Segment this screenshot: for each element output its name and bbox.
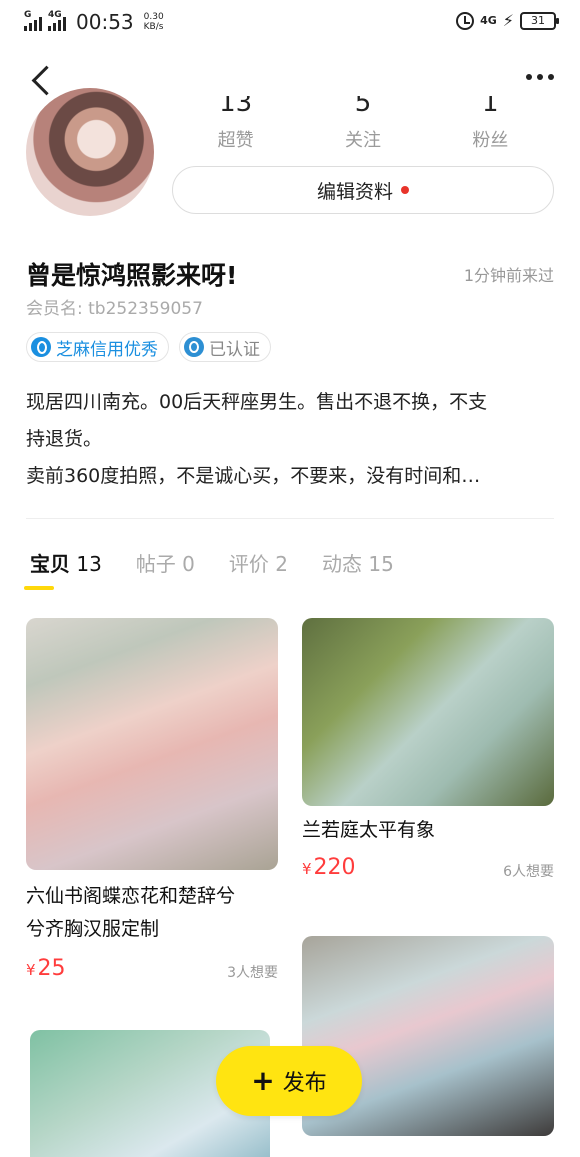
last-seen: 1分钟前来过: [463, 266, 554, 285]
signal-4g-icon: 4G: [48, 10, 66, 31]
status-bar: G 4G 00:53 0.30 KB/s 4G ⚡ 31: [0, 0, 580, 44]
stat-likes[interactable]: 13 超赞: [181, 96, 291, 152]
more-options-button[interactable]: [526, 74, 554, 80]
tab-posts[interactable]: 帖子 0: [136, 548, 195, 577]
product-card[interactable]: 兰若庭太平有象 ¥220 6人想要: [302, 618, 554, 898]
divider: [26, 518, 554, 519]
notification-dot: [401, 186, 409, 194]
avatar[interactable]: [26, 88, 154, 216]
network-speed: 0.30 KB/s: [143, 12, 164, 32]
clock: 00:53: [76, 10, 134, 34]
member-id: 会员名: tb252359057: [26, 299, 203, 319]
back-button[interactable]: [28, 62, 58, 98]
verified-badge[interactable]: 已认证: [179, 332, 271, 362]
wants-count: 3人想要: [227, 965, 278, 981]
battery-icon: 31: [520, 11, 559, 30]
profile-nickname: 曾是惊鸿照影来呀!: [26, 261, 238, 290]
product-title: 兰若庭太平有象: [302, 819, 436, 841]
plus-icon: +: [251, 1064, 275, 1097]
publish-button[interactable]: + 发布: [216, 1046, 362, 1116]
tab-activity[interactable]: 动态 15: [322, 548, 394, 577]
zhima-credit-badge[interactable]: 芝麻信用优秀: [26, 332, 169, 362]
wants-count: 6人想要: [503, 864, 554, 880]
alarm-icon: [456, 11, 475, 30]
network-type: 4G: [480, 14, 497, 27]
signal-icon: G: [24, 10, 42, 31]
profile-stats: 13 超赞 5 关注 1 粉丝: [172, 96, 554, 152]
charging-icon: ⚡: [502, 11, 514, 30]
verified-icon: [184, 337, 204, 357]
zhima-icon: [31, 337, 51, 357]
tab-reviews[interactable]: 评价 2: [229, 548, 288, 577]
product-image: [26, 618, 278, 870]
product-image: [302, 618, 554, 806]
stat-following[interactable]: 5 关注: [308, 96, 418, 152]
tab-items[interactable]: 宝贝 13: [30, 548, 102, 577]
product-price: ¥220: [302, 855, 356, 880]
product-title: 六仙书阁蝶恋花和楚辞兮 兮齐胸汉服定制: [26, 885, 236, 940]
profile-tabs: 宝贝 13 帖子 0 评价 2 动态 15: [30, 548, 394, 577]
profile-bio[interactable]: 现居四川南充。00后天秤座男生。售出不退不换，不支 持退货。 卖前360度拍照，…: [26, 384, 556, 495]
product-price: ¥25: [26, 956, 66, 981]
edit-profile-button[interactable]: 编辑资料: [172, 166, 554, 214]
product-card[interactable]: 六仙书阁蝶恋花和楚辞兮 兮齐胸汉服定制 ¥25 3人想要: [26, 618, 278, 988]
stat-followers[interactable]: 1 粉丝: [435, 96, 545, 152]
active-tab-indicator: [24, 586, 54, 590]
